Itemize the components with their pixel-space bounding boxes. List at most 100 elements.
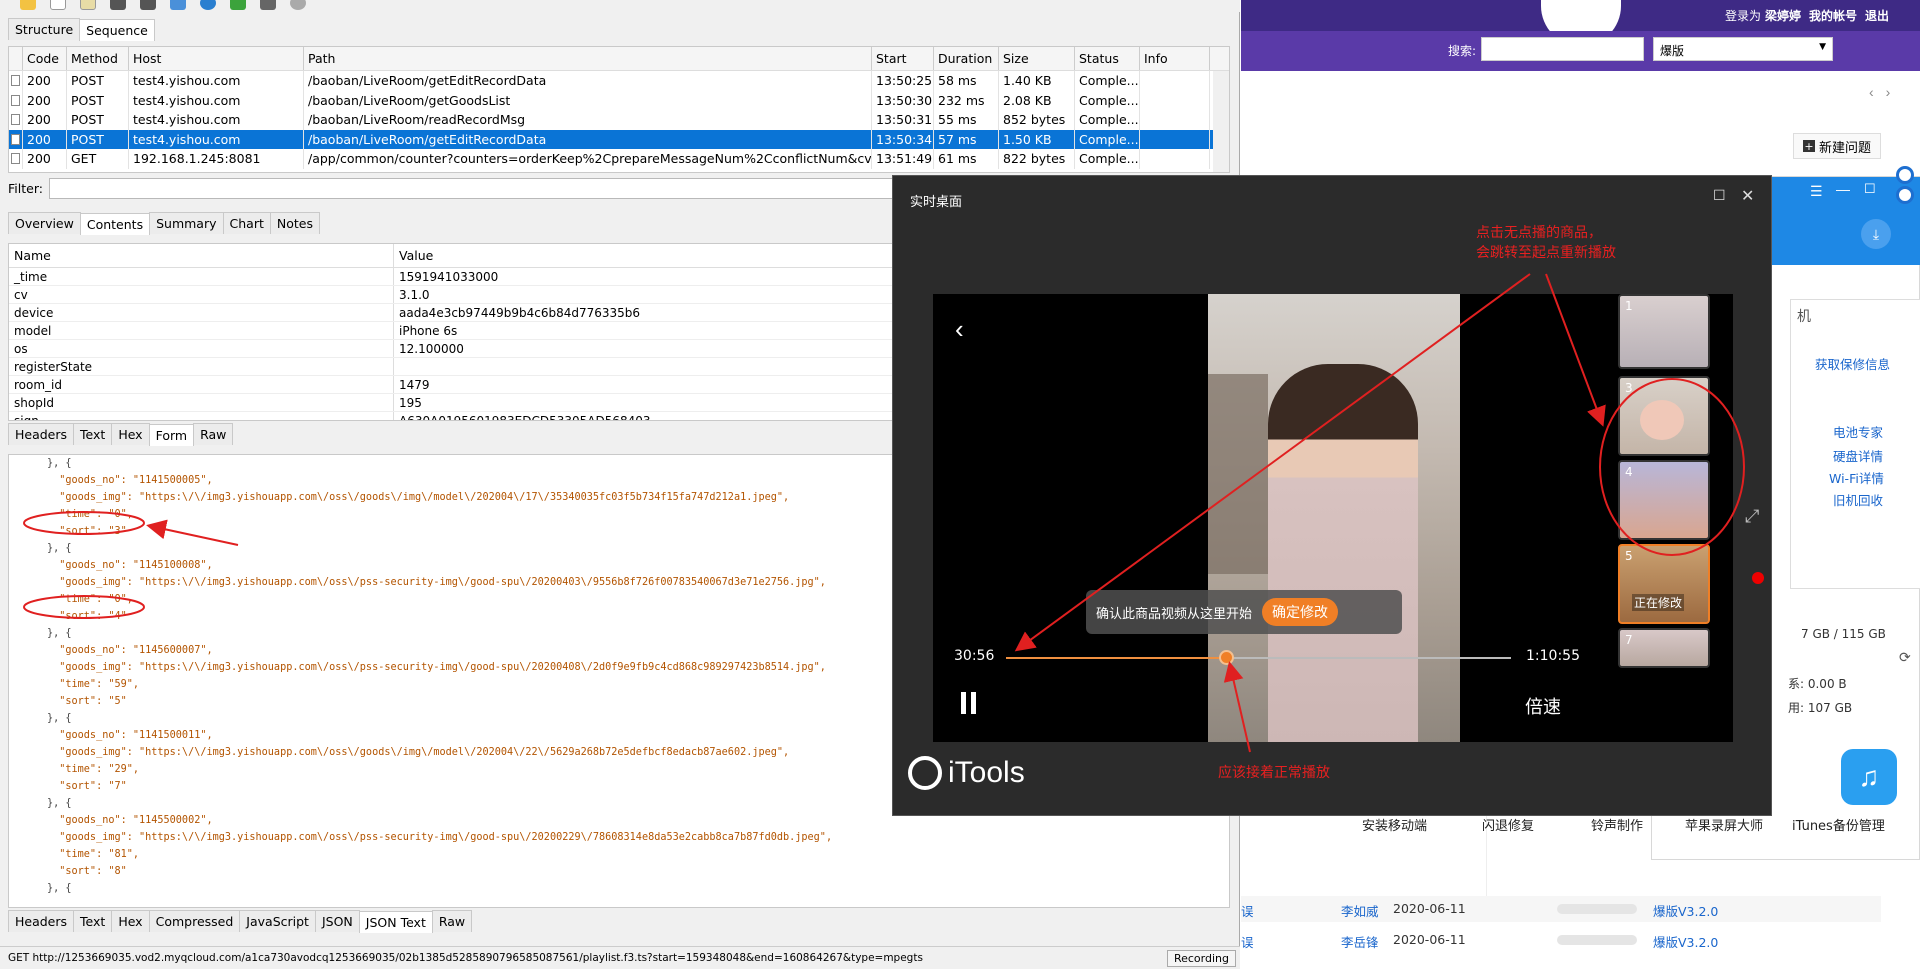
fullscreen-icon[interactable]: ⤢ [1745, 506, 1759, 527]
form-row[interactable]: sign A630A0195601983EDCD53305AD568403 [9, 412, 892, 420]
disk-link[interactable]: 硬盘详情 [1833, 446, 1883, 465]
chevron-right-icon[interactable]: › [1886, 84, 1891, 100]
install-mobile-button[interactable]: 安装移动端 [1362, 815, 1427, 834]
progress-bar[interactable] [1006, 650, 1511, 665]
product-thumbnail[interactable]: 1 [1618, 294, 1710, 369]
compose-icon[interactable] [170, 0, 186, 10]
form-row[interactable]: _time 1591941033000 [9, 268, 892, 286]
refresh-icon[interactable]: ⟳ [1899, 649, 1911, 666]
menu-icon[interactable]: ☰ [1810, 183, 1823, 200]
product-thumbnail-editing[interactable]: 5 正在修改 [1618, 544, 1710, 624]
col-size[interactable]: Size [999, 47, 1075, 70]
form-row[interactable]: registerState [9, 358, 892, 376]
form-col-value[interactable]: Value [394, 244, 892, 267]
tab-summary[interactable]: Summary [149, 212, 224, 234]
table-row-selected[interactable]: 200 POST test4.yishou.com /baoban/LiveRo… [9, 129, 1229, 149]
record-icon[interactable] [50, 0, 66, 10]
tab-hex[interactable]: Hex [111, 423, 150, 445]
form-col-name[interactable]: Name [9, 244, 394, 267]
tab-resp-text[interactable]: Text [73, 910, 113, 932]
issue-assignee[interactable]: 李如威 [1341, 901, 1379, 920]
form-row[interactable]: room_id 1479 [9, 376, 892, 394]
product-thumbnail[interactable]: 7 [1618, 628, 1710, 668]
circle-icon[interactable] [1896, 166, 1914, 184]
issue-row[interactable]: 误 李如威 2020-06-11 爆版V3.2.0 [1241, 896, 1881, 922]
tab-sequence[interactable]: Sequence [79, 19, 155, 41]
stop-icon[interactable] [140, 0, 156, 10]
record-dot-icon[interactable] [1752, 572, 1764, 584]
product-thumbnail[interactable]: 3 [1618, 376, 1710, 456]
table-scrollbar[interactable] [1213, 71, 1229, 172]
table-row[interactable]: 200 POST test4.yishou.com /baoban/LiveRo… [9, 71, 1229, 91]
screen-recorder-button[interactable]: 苹果录屏大师 [1685, 815, 1763, 834]
confirm-modify-button[interactable]: 确定修改 [1262, 598, 1339, 626]
tab-text[interactable]: Text [73, 423, 113, 445]
settings-icon[interactable] [290, 0, 306, 10]
recording-button[interactable]: Recording [1166, 950, 1236, 967]
itunes-backup-button[interactable]: iTunes备份管理 [1792, 815, 1885, 834]
form-row[interactable]: shopId 195 [9, 394, 892, 412]
issue-version[interactable]: 爆版V3.2.0 [1653, 932, 1718, 951]
project-select[interactable]: 爆版 ▼ [1653, 37, 1833, 61]
tab-headers[interactable]: Headers [8, 423, 75, 445]
table-row[interactable]: 200 POST test4.yishou.com /baoban/LiveRo… [9, 110, 1229, 130]
issue-version[interactable]: 爆版V3.2.0 [1653, 901, 1718, 920]
phone-screen[interactable]: ‹ 1 3 4 5 正在修改 7 确认此商品视频从这里开始 确定修改 30:56 [933, 294, 1733, 742]
circle-icon[interactable] [1896, 186, 1914, 204]
table-row[interactable]: 200 POST test4.yishou.com /baoban/LiveRo… [9, 90, 1229, 110]
my-account-link[interactable]: 我的帐号 [1809, 7, 1857, 24]
form-row[interactable]: os 12.100000 [9, 340, 892, 358]
crash-repair-button[interactable]: 闪退修复 [1482, 815, 1534, 834]
minimize-icon[interactable]: — [1836, 181, 1850, 197]
back-icon[interactable]: ‹ [955, 314, 964, 345]
logout-link[interactable]: 退出 [1865, 7, 1889, 24]
maximize-icon[interactable]: ☐ [1864, 181, 1876, 197]
tab-resp-json[interactable]: JSON [314, 910, 360, 932]
pen-icon[interactable] [20, 0, 36, 10]
tab-form[interactable]: Form [148, 424, 195, 446]
tab-resp-raw[interactable]: Raw [431, 910, 473, 932]
col-start[interactable]: Start [872, 47, 934, 70]
speed-button[interactable]: 倍速 [1525, 693, 1561, 719]
issue-row[interactable]: 误 李岳锋 2020-06-11 爆版V3.2.0 [1241, 927, 1881, 953]
col-method[interactable]: Method [67, 47, 129, 70]
tab-notes[interactable]: Notes [269, 212, 320, 234]
product-thumbnail[interactable]: 4 [1618, 460, 1710, 540]
tab-chart[interactable]: Chart [222, 212, 271, 234]
download-icon[interactable]: ⤓ [1861, 219, 1891, 249]
form-row[interactable]: cv 3.1.0 [9, 286, 892, 304]
tab-overview[interactable]: Overview [8, 212, 81, 234]
tab-resp-hex[interactable]: Hex [111, 910, 150, 932]
new-issue-button[interactable]: + 新建问题 [1793, 133, 1881, 159]
warranty-link[interactable]: 获取保修信息 [1815, 354, 1890, 373]
refresh-icon[interactable] [200, 0, 216, 10]
itunes-icon[interactable]: ♫ [1841, 749, 1897, 805]
tab-resp-headers[interactable]: Headers [8, 910, 75, 932]
username[interactable]: 梁婷婷 [1765, 7, 1801, 24]
tab-resp-json-text[interactable]: JSON Text [358, 911, 433, 933]
turtle-icon[interactable] [110, 0, 126, 10]
search-input[interactable] [1481, 37, 1644, 61]
check-icon[interactable] [230, 0, 246, 10]
progress-handle[interactable] [1218, 650, 1234, 665]
battery-link[interactable]: 电池专家 [1833, 422, 1883, 441]
tab-raw[interactable]: Raw [193, 423, 234, 445]
tools-icon[interactable] [260, 0, 276, 10]
issue-title-fragment[interactable]: 误 [1241, 932, 1254, 951]
ringtone-button[interactable]: 铃声制作 [1591, 815, 1643, 834]
throttle-icon[interactable] [80, 0, 96, 10]
col-path[interactable]: Path [304, 47, 872, 70]
col-code[interactable]: Code [23, 47, 67, 70]
pause-icon[interactable] [961, 692, 976, 714]
form-row[interactable]: model iPhone 6s [9, 322, 892, 340]
form-row[interactable]: device aada4e3cb97449b9b4c6b84d776335b6 [9, 304, 892, 322]
issue-title-fragment[interactable]: 误 [1241, 901, 1254, 920]
col-status[interactable]: Status [1075, 47, 1140, 70]
chevron-left-icon[interactable]: ‹ [1869, 84, 1874, 100]
maximize-icon[interactable]: ☐ [1713, 187, 1726, 204]
table-row[interactable]: 200 GET 192.168.1.245:8081 /app/common/c… [9, 149, 1229, 169]
col-host[interactable]: Host [129, 47, 304, 70]
recycle-link[interactable]: 旧机回收 [1833, 490, 1883, 509]
close-icon[interactable]: ✕ [1741, 186, 1754, 206]
tab-resp-javascript[interactable]: JavaScript [239, 910, 316, 932]
